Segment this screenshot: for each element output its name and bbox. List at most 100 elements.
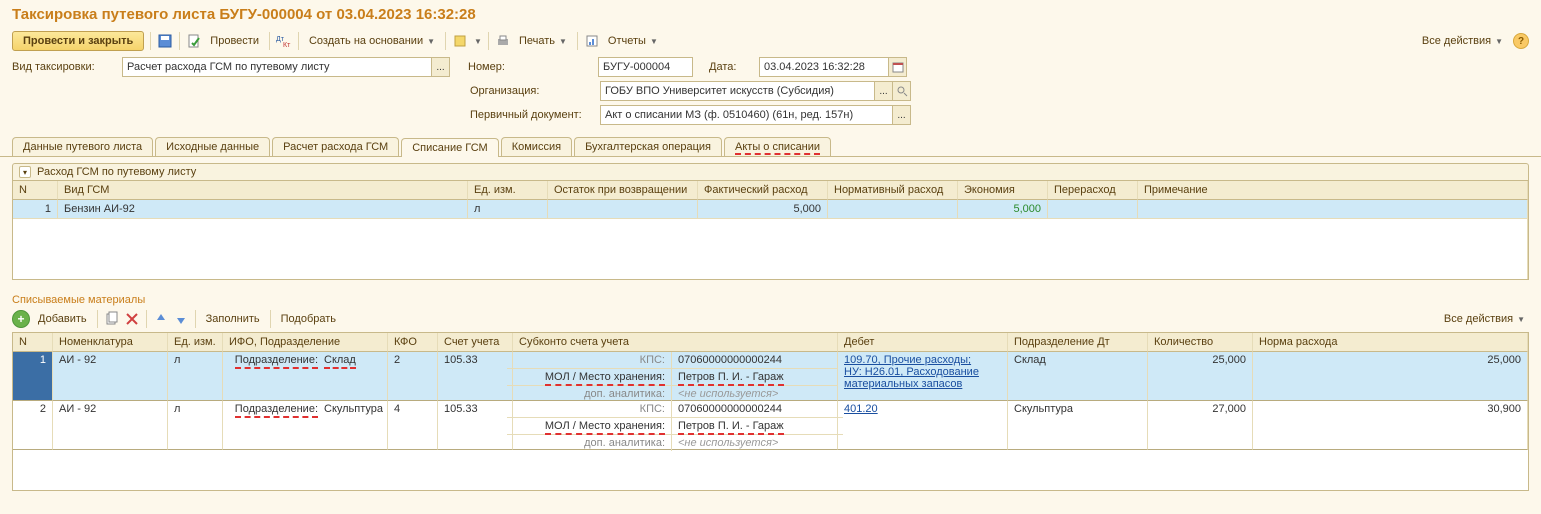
org-label: Организация: <box>470 85 600 97</box>
col-note[interactable]: Примечание <box>1138 181 1528 200</box>
materials-toolbar: + Добавить Заполнить Подобрать Все дейст… <box>0 308 1541 332</box>
primary-doc-field[interactable]: Акт о списании МЗ (ф. 0510460) (61н, ред… <box>600 105 893 125</box>
add-icon[interactable]: + <box>12 310 30 328</box>
collapse-icon[interactable]: ▾ <box>19 166 31 178</box>
col-unit[interactable]: Ед. изм. <box>168 333 223 352</box>
separator <box>298 32 299 50</box>
col-account[interactable]: Счет учета <box>438 333 513 352</box>
gsm-grid: N Вид ГСМ Ед. изм. Остаток при возвращен… <box>12 181 1529 280</box>
fill-button[interactable]: Заполнить <box>202 311 264 327</box>
kps-value: 07060000000000244 <box>672 352 843 368</box>
cell-n: 2 <box>13 401 53 450</box>
col-nomenclature[interactable]: Номенклатура <box>53 333 168 352</box>
date-label: Дата: <box>709 61 759 73</box>
print-icon[interactable] <box>495 33 511 49</box>
number-field[interactable]: БУГУ-000004 <box>598 57 693 77</box>
col-unit[interactable]: Ед. изм. <box>468 181 548 200</box>
org-field[interactable]: ГОБУ ВПО Университет искусств (Субсидия) <box>600 81 875 101</box>
cell-kfo: 4 <box>388 401 438 450</box>
search-icon[interactable] <box>893 81 911 101</box>
materials-row[interactable]: 1 АИ - 92 л Подразделение: Склад 2 105.3… <box>13 352 1528 401</box>
col-actual[interactable]: Фактический расход <box>698 181 828 200</box>
cell-qty: 25,000 <box>1148 352 1253 401</box>
mol-label: МОЛ / Место хранения: <box>545 420 665 435</box>
col-kfo[interactable]: КФО <box>388 333 438 352</box>
col-economy[interactable]: Экономия <box>958 181 1048 200</box>
reports-icon[interactable] <box>584 33 600 49</box>
separator <box>577 32 578 50</box>
separator <box>195 310 196 328</box>
cell-subconto: КПС: 07060000000000244 МОЛ / Место хране… <box>513 352 838 401</box>
dop-value: <не используется> <box>672 386 843 402</box>
number-label: Номер: <box>468 61 598 73</box>
post-button[interactable]: Провести <box>206 33 263 49</box>
col-normative[interactable]: Нормативный расход <box>828 181 958 200</box>
debit-link[interactable]: 401.20 <box>844 403 878 415</box>
all-actions-button[interactable]: Все действия▼ <box>1418 33 1507 49</box>
debit-link[interactable]: НУ: Н26.01, Расходование материальных за… <box>844 366 979 390</box>
chevron-down-icon: ▼ <box>559 37 567 46</box>
subdivision-label: Подразделение: <box>235 403 318 418</box>
copy-icon[interactable] <box>104 311 120 327</box>
create-based-button[interactable]: Создать на основании▼ <box>305 33 439 49</box>
print-button[interactable]: Печать▼ <box>515 33 571 49</box>
chevron-down-icon: ▼ <box>650 37 658 46</box>
add-button[interactable]: Добавить <box>34 311 91 327</box>
col-gsm-type[interactable]: Вид ГСМ <box>58 181 468 200</box>
materials-title: Списываемые материалы <box>0 286 1541 308</box>
col-n[interactable]: N <box>13 333 53 352</box>
ellipsis-button[interactable]: ... <box>432 57 450 77</box>
col-subconto[interactable]: Субконто счета учета <box>513 333 838 352</box>
tab-gsm-calc[interactable]: Расчет расхода ГСМ <box>272 137 399 156</box>
gsm-row[interactable]: 1 Бензин АИ-92 л 5,000 5,000 <box>13 200 1528 219</box>
page-title: Таксировка путевого листа БУГУ-000004 от… <box>0 0 1541 29</box>
save-icon[interactable] <box>157 33 173 49</box>
move-down-icon[interactable] <box>173 311 189 327</box>
cell-type: Бензин АИ-92 <box>58 200 468 219</box>
debit-link[interactable]: 109.70, Прочие расходы; <box>844 354 971 366</box>
tab-accounting-op[interactable]: Бухгалтерская операция <box>574 137 722 156</box>
tab-source-data[interactable]: Исходные данные <box>155 137 270 156</box>
tab-gsm-writeoff[interactable]: Списание ГСМ <box>401 138 499 157</box>
post-and-close-button[interactable]: Провести и закрыть <box>12 31 144 51</box>
col-n[interactable]: N <box>13 181 58 200</box>
cell-qty: 27,000 <box>1148 401 1253 450</box>
materials-row[interactable]: 2 АИ - 92 л Подразделение: Скульптура 4 … <box>13 401 1528 450</box>
col-dept-dt[interactable]: Подразделение Дт <box>1008 333 1148 352</box>
tab-commission[interactable]: Комиссия <box>501 137 572 156</box>
col-overrun[interactable]: Перерасход <box>1048 181 1138 200</box>
col-debit[interactable]: Дебет <box>838 333 1008 352</box>
all-actions-button[interactable]: Все действия▼ <box>1440 311 1529 327</box>
tab-writeoff-acts-label: Акты о списании <box>735 141 820 155</box>
tab-writeoff-acts[interactable]: Акты о списании <box>724 137 831 156</box>
help-icon[interactable]: ? <box>1513 33 1529 49</box>
move-up-icon[interactable] <box>153 311 169 327</box>
date-field[interactable]: 03.04.2023 16:32:28 <box>759 57 889 77</box>
pick-button[interactable]: Подобрать <box>277 311 340 327</box>
cell-n: 1 <box>13 200 58 219</box>
reports-button[interactable]: Отчеты▼ <box>604 33 662 49</box>
post-icon[interactable] <box>186 33 202 49</box>
tab-waybill-data[interactable]: Данные путевого листа <box>12 137 153 156</box>
dtkt-icon[interactable]: ДтКт <box>276 33 292 49</box>
ellipsis-button[interactable]: ... <box>875 81 893 101</box>
cell-dept-dt: Склад <box>1008 352 1148 401</box>
cell-nomenclature: АИ - 92 <box>53 352 168 401</box>
separator <box>146 310 147 328</box>
calendar-icon[interactable] <box>889 57 907 77</box>
cell-overrun <box>1048 200 1138 219</box>
separator <box>97 310 98 328</box>
cell-account: 105.33 <box>438 352 513 401</box>
attach-icon[interactable] <box>452 33 468 49</box>
col-qty[interactable]: Количество <box>1148 333 1253 352</box>
delete-icon[interactable] <box>124 311 140 327</box>
kps-value: 07060000000000244 <box>672 401 843 417</box>
col-norm[interactable]: Норма расхода <box>1253 333 1528 352</box>
col-ifo[interactable]: ИФО, Подразделение <box>223 333 388 352</box>
taxing-type-field[interactable]: Расчет расхода ГСМ по путевому листу <box>122 57 432 77</box>
chevron-down-icon[interactable]: ▼ <box>474 37 482 46</box>
all-actions-label: Все действия <box>1422 35 1491 47</box>
col-return-balance[interactable]: Остаток при возвращении <box>548 181 698 200</box>
tabs: Данные путевого листа Исходные данные Ра… <box>0 137 1541 157</box>
ellipsis-button[interactable]: ... <box>893 105 911 125</box>
